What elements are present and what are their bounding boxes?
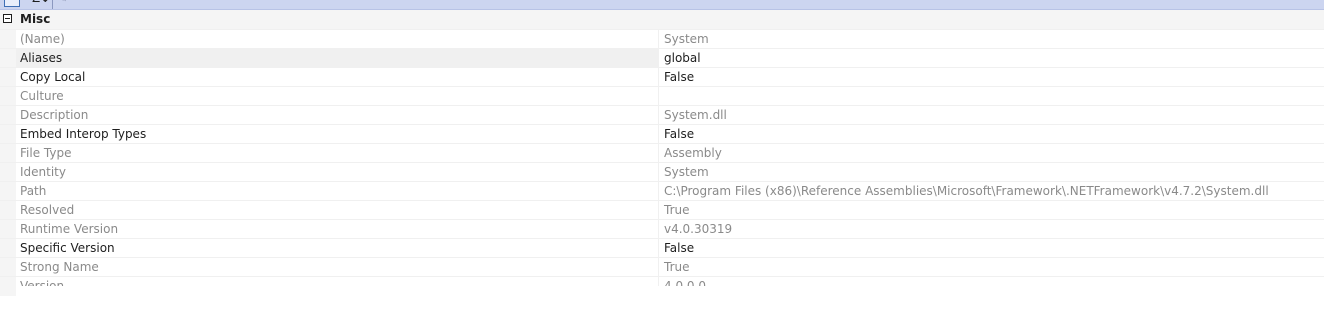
property-value[interactable]: False [660, 68, 1324, 86]
property-value[interactable]: True [660, 201, 1324, 219]
property-row[interactable]: Embed Interop Types False [0, 125, 1324, 144]
property-pages-icon[interactable]: ✎ [58, 0, 67, 5]
property-name[interactable]: Specific Version [16, 239, 659, 257]
property-name[interactable]: Copy Local [16, 68, 659, 86]
categorized-icon[interactable] [4, 0, 20, 7]
property-value[interactable]: System.dll [660, 106, 1324, 124]
property-name[interactable]: File Type [16, 144, 659, 162]
property-row[interactable]: Specific Version False [0, 239, 1324, 258]
property-name[interactable]: Path [16, 182, 659, 200]
property-row[interactable]: Strong Name True [0, 258, 1324, 277]
property-row[interactable]: Description System.dll [0, 106, 1324, 125]
property-row[interactable]: Runtime Version v4.0.30319 [0, 220, 1324, 239]
property-row[interactable]: Resolved True [0, 201, 1324, 220]
property-value[interactable]: System [660, 30, 1324, 48]
property-name[interactable]: Culture [16, 87, 659, 105]
property-name[interactable]: Description [16, 106, 659, 124]
property-grid: Misc (Name) System Aliases global Copy Local… [0, 10, 1324, 296]
property-row[interactable]: (Name) System [0, 30, 1324, 49]
property-rows: (Name) System Aliases global Copy Local False… [0, 30, 1324, 296]
property-row[interactable]: Path C:\Program Files (x86)\Reference Ass… [0, 182, 1324, 201]
collapse-icon[interactable] [3, 14, 12, 23]
property-value[interactable]: C:\Program Files (x86)\Reference Assembl… [660, 182, 1324, 200]
property-value[interactable]: v4.0.30319 [660, 220, 1324, 238]
property-grid-toolbar: Z↓ ✎ [0, 0, 1324, 10]
property-name[interactable]: Identity [16, 163, 659, 181]
alphabetical-icon[interactable]: Z↓ [32, 0, 50, 5]
grid-empty-area [0, 286, 1324, 317]
property-value[interactable]: False [660, 239, 1324, 257]
category-row-misc[interactable]: Misc [0, 10, 1324, 30]
property-value[interactable]: System [660, 163, 1324, 181]
grid-gutter-tail [0, 286, 16, 296]
property-name[interactable]: Embed Interop Types [16, 125, 659, 143]
property-name[interactable]: Strong Name [16, 258, 659, 276]
property-value[interactable]: global [660, 49, 1324, 67]
property-name[interactable]: Resolved [16, 201, 659, 219]
property-row[interactable]: Identity System [0, 163, 1324, 182]
property-name[interactable]: Aliases [16, 49, 659, 67]
property-row[interactable]: Culture [0, 87, 1324, 106]
property-name[interactable]: (Name) [16, 30, 659, 48]
property-row[interactable]: File Type Assembly [0, 144, 1324, 163]
category-label: Misc [20, 12, 51, 26]
property-name[interactable]: Runtime Version [16, 220, 659, 238]
property-value[interactable]: Assembly [660, 144, 1324, 162]
property-value[interactable]: False [660, 125, 1324, 143]
property-value[interactable] [660, 87, 1324, 105]
toolbar-separator [52, 0, 53, 9]
property-row[interactable]: Aliases global [0, 49, 1324, 68]
property-row[interactable]: Copy Local False [0, 68, 1324, 87]
property-value[interactable]: True [660, 258, 1324, 276]
